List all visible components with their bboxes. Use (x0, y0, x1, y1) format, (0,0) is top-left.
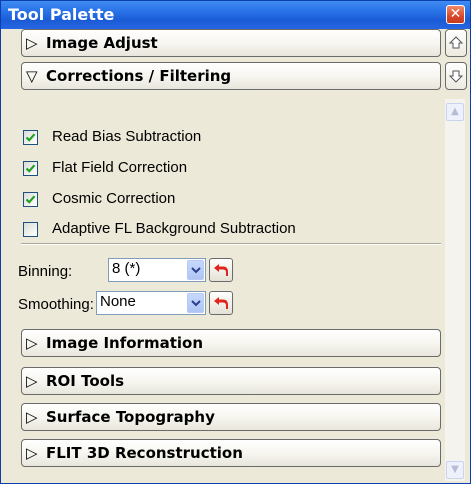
close-button[interactable]: ✕ (446, 5, 465, 24)
read-bias-checkbox[interactable] (23, 130, 38, 145)
undo-arrow-icon (214, 297, 228, 309)
option-flat-field-correction[interactable]: Flat Field Correction (23, 159, 423, 180)
checkmark-icon (25, 164, 36, 173)
collapsed-arrow-icon: ▷ (26, 408, 38, 426)
scrollbar-down-button[interactable]: ▼ (446, 461, 464, 479)
chevron-up-icon: ▲ (451, 106, 459, 117)
palette-content: ▷ Image Adjust ▽ Corrections / Filtering… (1, 29, 470, 483)
smoothing-dropdown-button[interactable] (187, 293, 204, 313)
adaptive-fl-checkbox[interactable] (23, 222, 38, 237)
binning-select[interactable]: 8 (*) (108, 258, 206, 282)
section-header-surface-topography[interactable]: ▷ Surface Topography (21, 403, 441, 431)
scroll-down-button[interactable] (445, 62, 467, 90)
undo-arrow-icon (214, 264, 228, 276)
smoothing-reset-button[interactable] (209, 291, 233, 315)
title-bar[interactable]: Tool Palette ✕ (1, 1, 470, 29)
smoothing-value: None (100, 293, 136, 310)
scrollbar-up-button[interactable]: ▲ (446, 103, 464, 121)
smoothing-label: Smoothing: (18, 296, 94, 313)
expanded-arrow-icon: ▽ (26, 67, 38, 85)
flat-field-checkbox[interactable] (23, 161, 38, 176)
option-cosmic-correction[interactable]: Cosmic Correction (23, 190, 423, 211)
section-label: FLIT 3D Reconstruction (46, 444, 243, 462)
checkbox-label: Cosmic Correction (52, 190, 176, 207)
binning-value: 8 (*) (112, 260, 141, 277)
section-label: Corrections / Filtering (46, 67, 232, 85)
checkbox-label: Flat Field Correction (52, 159, 188, 176)
section-header-corrections-filtering[interactable]: ▽ Corrections / Filtering (21, 62, 441, 90)
checkbox-label: Adaptive FL Background Subtraction (52, 220, 296, 237)
collapsed-arrow-icon: ▷ (26, 34, 38, 52)
cosmic-checkbox[interactable] (23, 192, 38, 207)
section-header-roi-tools[interactable]: ▷ ROI Tools (21, 367, 441, 395)
chevron-down-icon (191, 267, 201, 274)
checkmark-icon (25, 195, 36, 204)
section-header-image-adjust[interactable]: ▷ Image Adjust (21, 29, 441, 57)
vertical-scrollbar[interactable]: ▲ ▼ (445, 99, 465, 481)
tool-palette-window: Tool Palette ✕ ▷ Image Adjust ▽ Correcti… (0, 0, 471, 484)
smoothing-select[interactable]: None (96, 291, 206, 315)
binning-reset-button[interactable] (209, 258, 233, 282)
option-adaptive-fl-background-subtraction[interactable]: Adaptive FL Background Subtraction (23, 220, 423, 241)
section-label: ROI Tools (46, 372, 125, 390)
section-header-image-information[interactable]: ▷ Image Information (21, 329, 441, 357)
section-label: Image Adjust (46, 34, 158, 52)
down-arrow-icon (448, 70, 464, 83)
section-label: Image Information (46, 334, 204, 352)
collapsed-arrow-icon: ▷ (26, 334, 38, 352)
chevron-down-icon (191, 300, 201, 307)
separator (21, 243, 441, 245)
collapsed-arrow-icon: ▷ (26, 444, 38, 462)
section-header-flit-3d-reconstruction[interactable]: ▷ FLIT 3D Reconstruction (21, 439, 441, 467)
chevron-down-icon: ▼ (451, 464, 459, 475)
window-title: Tool Palette (8, 5, 115, 24)
checkmark-icon (25, 133, 36, 142)
binning-dropdown-button[interactable] (187, 260, 204, 280)
up-arrow-icon (448, 36, 464, 49)
section-label: Surface Topography (46, 408, 215, 426)
scroll-up-button[interactable] (445, 29, 467, 57)
close-icon: ✕ (449, 6, 462, 22)
binning-label: Binning: (18, 263, 73, 280)
checkbox-label: Read Bias Subtraction (52, 128, 202, 145)
option-read-bias-subtraction[interactable]: Read Bias Subtraction (23, 128, 423, 149)
collapsed-arrow-icon: ▷ (26, 372, 38, 390)
